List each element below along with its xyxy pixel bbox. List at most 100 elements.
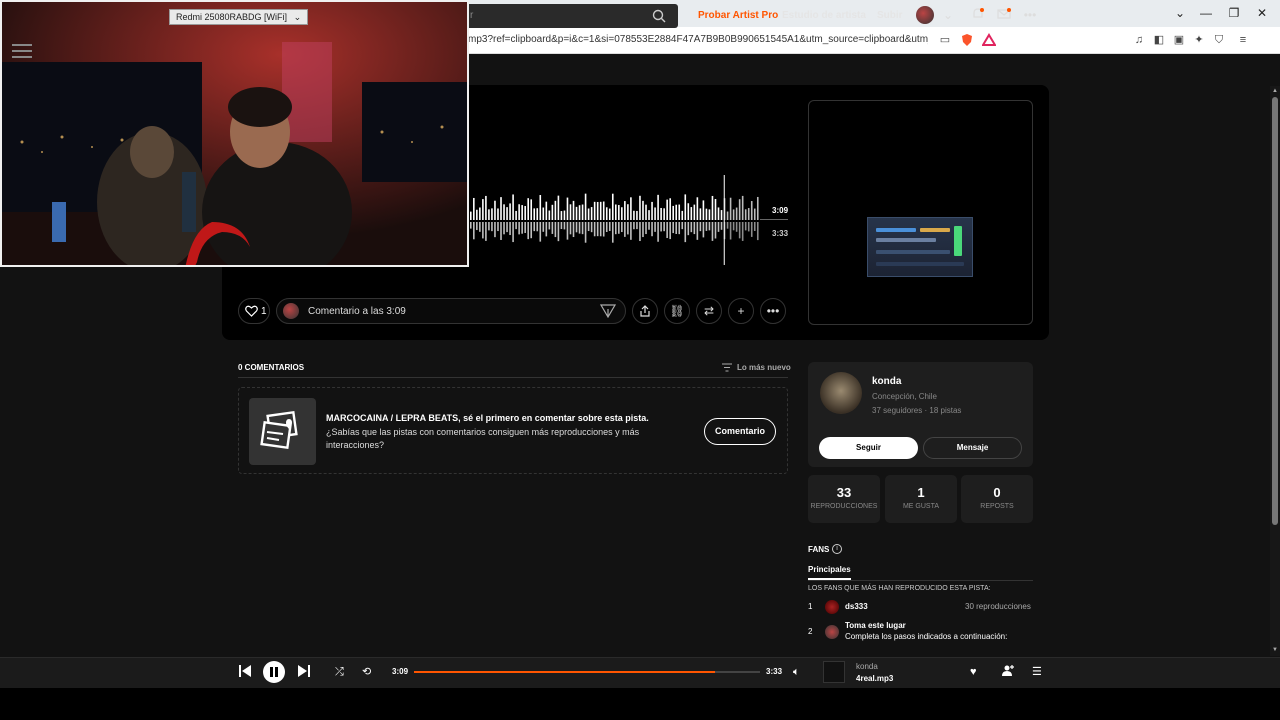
scroll-down-icon[interactable]: ▼	[1272, 647, 1278, 653]
upload-link[interactable]: Subir	[877, 10, 903, 21]
send-icon[interactable]	[600, 304, 616, 318]
waveform-reflection-bar	[479, 222, 481, 232]
waveform-reflection-bar	[738, 222, 741, 239]
waveform-reflection-bar	[578, 222, 581, 234]
follow-user-icon[interactable]	[1002, 664, 1014, 681]
scrollbar-thumb[interactable]	[1272, 97, 1278, 525]
previous-icon[interactable]	[238, 664, 252, 682]
waveform-bar	[738, 199, 741, 220]
waveform-bar	[699, 208, 702, 220]
waveform-bar	[726, 211, 729, 220]
waveform-bar	[470, 211, 472, 220]
notifications-bell-icon[interactable]	[970, 7, 986, 23]
waveform-bar	[642, 200, 644, 220]
repost-button[interactable]: ⇄	[696, 298, 722, 324]
queue-icon[interactable]: ☰	[1032, 664, 1042, 680]
waveform[interactable]	[470, 175, 760, 265]
user-avatar[interactable]	[916, 6, 934, 24]
waveform-reflection-bar	[545, 222, 548, 237]
waveform-reflection-bar	[681, 222, 684, 230]
fan-name[interactable]: ds333	[845, 602, 868, 611]
copy-link-button[interactable]: ⛓	[664, 298, 690, 324]
more-icon: •••	[766, 304, 780, 318]
next-icon[interactable]	[297, 664, 311, 682]
info-icon[interactable]: i	[832, 544, 842, 554]
search-icon[interactable]	[652, 9, 666, 23]
brave-shield-icon[interactable]	[960, 33, 974, 47]
waveform-bar	[542, 207, 545, 220]
scroll-up-icon[interactable]: ▲	[1272, 88, 1278, 94]
plays-count: 33	[836, 485, 852, 500]
artist-name[interactable]: konda	[872, 376, 901, 387]
sidebar-icon[interactable]: ◧	[1152, 33, 1166, 47]
waveform-reflection-bar	[488, 222, 490, 231]
waveform-reflection-bar	[657, 222, 659, 242]
waveform-reflection-bar	[602, 222, 605, 237]
waveform-bar	[596, 201, 599, 220]
more-icon[interactable]: •••	[1022, 7, 1038, 23]
waveform-bar	[714, 198, 717, 220]
minimize-button[interactable]: —	[1192, 4, 1220, 22]
waveform-reflection-bar	[660, 222, 662, 232]
waveform-bar	[627, 204, 629, 220]
rewards-icon[interactable]	[981, 33, 997, 47]
now-playing-artwork[interactable]	[823, 661, 845, 683]
webcam-window-title[interactable]: Redmi 25080RABDG [WiFi] ⌄	[169, 9, 309, 25]
url-field[interactable]: mp3?ref=clipboard&p=i&c=1&si=078553E2884…	[468, 34, 928, 45]
waveform-reflection-bar	[633, 222, 635, 230]
repeat-icon[interactable]: ⟲	[362, 664, 371, 680]
now-playing-artist[interactable]: konda	[856, 662, 878, 671]
fan-plays: 30 reproducciones	[965, 602, 1031, 611]
music-icon[interactable]: ♫	[1132, 33, 1146, 47]
waveform-reflection-bar	[642, 222, 644, 238]
share-button[interactable]	[632, 298, 658, 324]
close-window-button[interactable]: ✕	[1248, 4, 1276, 22]
likes-count: 1	[917, 485, 925, 500]
follow-button[interactable]: Seguir	[819, 437, 918, 459]
hamburger-menu-icon[interactable]	[12, 44, 32, 58]
messages-icon[interactable]	[996, 7, 1012, 23]
sort-icon[interactable]	[722, 363, 732, 372]
comment-button[interactable]: Comentario	[704, 418, 776, 445]
waveform-reflection-bar	[747, 222, 750, 232]
chevron-down-icon[interactable]: ⌄	[294, 12, 302, 22]
waveform-bar	[587, 208, 590, 220]
artist-studio-link[interactable]: Estudio de artista	[782, 10, 866, 21]
fans-subtitle: LOS FANS QUE MÁS HAN REPRODUCIDO ESTA PI…	[808, 585, 991, 592]
waveform-bar	[524, 206, 526, 220]
sort-dropdown[interactable]: Lo más nuevo	[737, 363, 791, 372]
progress-bar[interactable]	[414, 671, 760, 673]
waveform-bar	[563, 210, 566, 220]
tab-top-fans[interactable]: Principales	[808, 565, 851, 574]
like-icon[interactable]: ♥	[970, 664, 977, 680]
waveform-reflection-bar	[506, 222, 508, 233]
tab-list-icon[interactable]: ⌄	[1166, 4, 1194, 22]
hero-total-time: 3:33	[772, 229, 789, 238]
waveform-bar	[672, 205, 674, 220]
waveform-bar	[717, 207, 720, 220]
shuffle-icon[interactable]: ⤮	[335, 664, 344, 680]
try-artist-pro-link[interactable]: Probar Artist Pro	[698, 10, 778, 21]
add-to-playlist-button[interactable]: +	[728, 298, 754, 324]
restore-button[interactable]: ❐	[1220, 4, 1248, 22]
now-playing-title[interactable]: 4real.mp3	[856, 674, 893, 683]
search-input[interactable]: r	[440, 4, 678, 28]
more-options-button[interactable]: •••	[760, 298, 786, 324]
waveform-bar	[500, 197, 502, 220]
waveform-bar	[615, 204, 617, 220]
waveform-reflection-bar	[648, 222, 650, 230]
repost-icon: ⇄	[703, 304, 715, 318]
message-button[interactable]: Mensaje	[923, 437, 1022, 459]
artist-avatar[interactable]	[820, 372, 862, 414]
chevron-down-icon[interactable]: ⌄	[940, 7, 956, 23]
wallet-icon[interactable]: ▣	[1172, 33, 1186, 47]
cast-icon[interactable]: ▭	[938, 33, 952, 47]
extensions-icon[interactable]: ✦	[1192, 33, 1206, 47]
fan-avatar[interactable]	[825, 600, 839, 614]
pause-button[interactable]	[263, 661, 285, 683]
menu-icon[interactable]: ≡	[1236, 33, 1250, 47]
waveform-bar	[503, 204, 505, 220]
waveform-bar	[732, 209, 735, 220]
volume-icon[interactable]: 🔈︎	[793, 664, 800, 680]
vpn-icon[interactable]: ⛉	[1212, 33, 1226, 47]
